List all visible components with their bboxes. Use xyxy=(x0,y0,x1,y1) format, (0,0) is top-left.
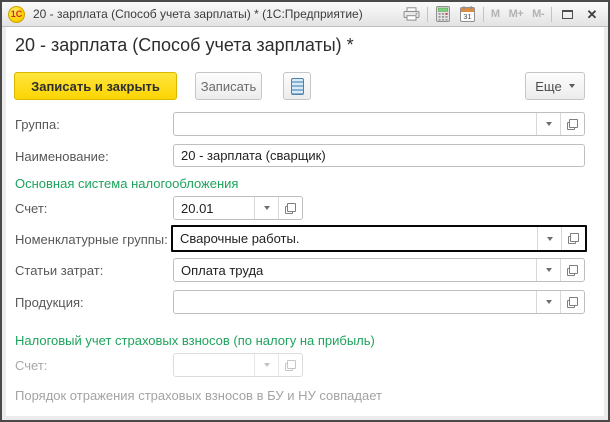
name-label: Наименование: xyxy=(15,149,109,164)
section-insurance-tax: Налоговый учет страховых взносов (по нал… xyxy=(15,333,375,348)
calendar-icon: 31 xyxy=(460,6,475,22)
products-open-button[interactable] xyxy=(560,291,584,313)
nomenclature-groups-label: Номенклатурные группы: xyxy=(15,232,168,247)
cost-items-field xyxy=(173,258,585,282)
titlebar: 1С 20 - зарплата (Способ учета зарплаты)… xyxy=(2,2,608,27)
products-dropdown-button[interactable] xyxy=(536,291,560,313)
open-icon xyxy=(285,360,296,371)
group-label: Группа: xyxy=(15,117,60,132)
nomenclature-groups-field xyxy=(171,225,587,252)
app-window: 1С 20 - зарплата (Способ учета зарплаты)… xyxy=(0,0,610,422)
save-button[interactable]: Записать xyxy=(195,72,262,100)
more-button-label: Еще xyxy=(535,79,561,94)
nomenclature-groups-open-button[interactable] xyxy=(561,227,585,250)
separator xyxy=(427,7,428,22)
products-field xyxy=(173,290,585,314)
tax-account-dropdown-button xyxy=(254,354,278,376)
list-icon xyxy=(291,78,304,95)
section-main-tax-system: Основная система налогообложения xyxy=(15,176,238,191)
window-frame xyxy=(2,27,6,420)
group-field xyxy=(173,112,585,136)
group-open-button[interactable] xyxy=(560,113,584,135)
tax-account-field xyxy=(173,353,303,377)
group-input[interactable] xyxy=(174,113,536,135)
account-dropdown-button[interactable] xyxy=(254,197,278,219)
name-field xyxy=(173,144,585,167)
insurance-note: Порядок отражения страховых взносов в БУ… xyxy=(15,388,382,403)
nomenclature-groups-input[interactable] xyxy=(173,227,537,250)
account-field xyxy=(173,196,303,220)
open-icon xyxy=(567,297,578,308)
maximize-button[interactable] xyxy=(557,5,577,24)
chevron-down-icon xyxy=(569,84,575,88)
chevron-down-icon xyxy=(264,206,270,210)
name-input[interactable] xyxy=(174,145,584,166)
print-button[interactable] xyxy=(402,5,422,24)
save-and-close-button[interactable]: Записать и закрыть xyxy=(14,72,177,100)
chevron-down-icon xyxy=(546,268,552,272)
calendar-button[interactable]: 31 xyxy=(458,5,478,24)
cost-items-dropdown-button[interactable] xyxy=(536,259,560,281)
tax-account-label: Счет: xyxy=(15,358,47,373)
open-icon xyxy=(567,265,578,276)
account-open-button[interactable] xyxy=(278,197,302,219)
account-input[interactable] xyxy=(174,197,254,219)
separator xyxy=(483,7,484,22)
nomenclature-groups-dropdown-button[interactable] xyxy=(537,227,561,250)
open-icon xyxy=(285,203,296,214)
account-label: Счет: xyxy=(15,201,47,216)
group-dropdown-button[interactable] xyxy=(536,113,560,135)
chevron-down-icon xyxy=(546,300,552,304)
close-icon: ✕ xyxy=(587,8,598,21)
titlebar-icons: 31 M M+ M- ✕ xyxy=(402,5,608,24)
window-frame xyxy=(2,416,608,420)
separator xyxy=(551,7,552,22)
products-label: Продукция: xyxy=(15,295,84,310)
memory-plus-button[interactable]: M+ xyxy=(507,5,526,24)
1c-logo-icon: 1С xyxy=(8,6,25,23)
memory-minus-button[interactable]: M- xyxy=(530,5,546,24)
memory-recall-button[interactable]: M xyxy=(489,5,502,24)
close-button[interactable]: ✕ xyxy=(582,5,602,24)
svg-text:31: 31 xyxy=(464,12,472,21)
chevron-down-icon xyxy=(264,363,270,367)
more-button[interactable]: Еще xyxy=(525,72,585,100)
products-input[interactable] xyxy=(174,291,536,313)
open-icon xyxy=(567,119,578,130)
chevron-down-icon xyxy=(547,237,553,241)
cost-items-open-button[interactable] xyxy=(560,259,584,281)
page-title: 20 - зарплата (Способ учета зарплаты) * xyxy=(15,35,354,56)
calculator-icon xyxy=(436,6,450,22)
tax-account-input xyxy=(174,354,254,376)
chevron-down-icon xyxy=(546,122,552,126)
window-title: 20 - зарплата (Способ учета зарплаты) * … xyxy=(33,7,363,21)
window-frame xyxy=(604,27,608,420)
cost-items-input[interactable] xyxy=(174,259,536,281)
show-postings-button[interactable] xyxy=(283,72,311,100)
open-icon xyxy=(568,233,579,244)
tax-account-open-button xyxy=(278,354,302,376)
cost-items-label: Статьи затрат: xyxy=(15,263,103,278)
maximize-icon xyxy=(562,10,573,19)
printer-icon xyxy=(403,7,420,21)
calculator-button[interactable] xyxy=(433,5,453,24)
